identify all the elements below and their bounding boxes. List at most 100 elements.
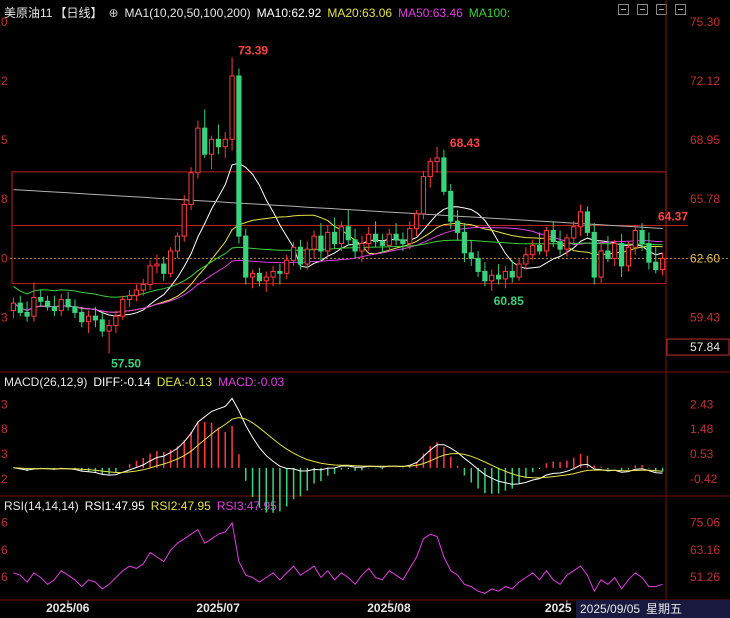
candle <box>188 172 194 205</box>
candle <box>338 226 345 245</box>
candle <box>154 263 160 267</box>
candle <box>420 176 427 215</box>
candle <box>372 233 379 243</box>
left-tick-label: 2 <box>1 74 8 88</box>
candle <box>475 257 481 272</box>
ma-line-ma20 <box>13 214 663 313</box>
price-annotation: 73.39 <box>238 44 268 58</box>
candle <box>58 298 64 312</box>
candle <box>482 270 488 282</box>
macd-tick-label: 0.53 <box>690 447 714 461</box>
candle <box>612 243 618 259</box>
candle <box>331 231 338 245</box>
candle <box>523 254 529 265</box>
price-annotation: 68.43 <box>450 136 480 150</box>
candle <box>407 228 413 245</box>
candle <box>113 315 119 326</box>
candle <box>147 265 153 285</box>
candle <box>413 213 420 230</box>
candle <box>311 235 317 250</box>
candle <box>290 246 297 261</box>
left-tick-label: 3 <box>1 310 8 324</box>
candle <box>632 230 638 248</box>
candle <box>38 297 44 302</box>
candle <box>400 239 406 245</box>
left-tick-label: 8 <box>1 422 8 436</box>
ma-line-ma200 <box>13 189 663 229</box>
candle <box>133 289 140 297</box>
last-date-label: 2025/09/05 <box>580 602 640 616</box>
candle <box>126 295 133 300</box>
candle <box>598 250 604 278</box>
candle <box>195 127 201 174</box>
candle <box>345 226 351 241</box>
rsi-line <box>13 521 663 594</box>
candle <box>379 241 386 246</box>
x-axis-label: 2025 <box>545 601 572 615</box>
x-axis-label: 2025/07 <box>196 601 240 615</box>
left-tick-label: 8 <box>1 192 8 206</box>
left-tick-label: 2 <box>1 472 8 486</box>
candle <box>140 284 146 291</box>
candle <box>625 246 632 267</box>
candle <box>229 75 235 140</box>
candle <box>352 239 358 252</box>
candle <box>543 230 550 252</box>
candle <box>284 259 290 274</box>
candle <box>448 190 454 222</box>
macd-dea-line <box>13 416 663 479</box>
candle <box>17 302 23 313</box>
candle <box>571 226 577 239</box>
candle <box>79 311 85 323</box>
macd-tick-label: 1.48 <box>690 422 714 436</box>
candle <box>51 306 58 312</box>
candle <box>516 263 522 278</box>
x-axis-label: 2025/06 <box>46 601 90 615</box>
left-tick-label: 5 <box>1 133 8 147</box>
price-annotation: 60.85 <box>494 294 524 308</box>
candle <box>318 235 324 252</box>
candle <box>584 211 591 233</box>
candle <box>263 276 269 282</box>
candle <box>646 243 652 263</box>
left-tick-label: 6 <box>1 543 8 557</box>
candle <box>297 246 304 265</box>
candle <box>639 230 645 245</box>
rsi-tick-label: 63.16 <box>690 543 720 557</box>
left-tick-label: 0 <box>1 251 8 265</box>
candle <box>44 300 51 308</box>
candle <box>468 252 474 259</box>
candle <box>393 233 399 241</box>
candle <box>441 157 447 192</box>
candle <box>167 250 174 274</box>
candle <box>120 298 126 317</box>
candle <box>106 324 112 332</box>
kline-chart[interactable]: 75.30072.12268.95565.78862.60059.43357.8… <box>0 0 730 618</box>
candle <box>277 270 283 274</box>
candle <box>434 157 440 163</box>
candle <box>509 270 515 278</box>
candle <box>249 272 256 278</box>
candle <box>236 75 242 237</box>
left-tick-label: 6 <box>1 516 8 530</box>
macd-diff-line <box>13 397 663 485</box>
low-price-label: 57.84 <box>690 340 720 354</box>
candle <box>591 231 597 278</box>
candle <box>161 263 167 274</box>
left-tick-label: 0 <box>1 15 8 29</box>
price-annotation: 64.37 <box>658 209 688 223</box>
candle <box>208 138 215 155</box>
price-tick-label: 75.30 <box>690 15 720 29</box>
candle <box>461 231 468 254</box>
candle <box>174 235 181 252</box>
candle <box>577 211 584 228</box>
candle <box>325 231 331 252</box>
candle <box>10 302 17 312</box>
candle <box>222 138 228 148</box>
left-tick-label: 6 <box>1 570 8 584</box>
candle <box>366 233 372 245</box>
candle <box>454 220 461 233</box>
candle <box>359 243 365 252</box>
candle <box>72 306 78 313</box>
macd-tick-label: 2.43 <box>690 397 714 411</box>
